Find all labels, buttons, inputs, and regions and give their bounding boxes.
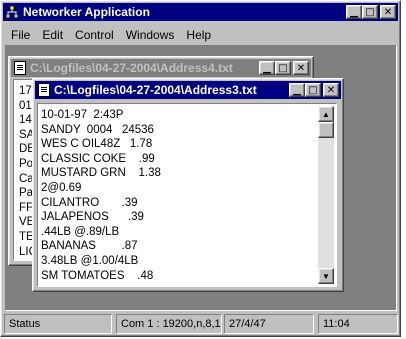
- menu-help[interactable]: Help: [180, 28, 217, 42]
- text-line: MUSTARD GRN 1.38: [41, 167, 161, 180]
- child-close-button[interactable]: ✕: [323, 83, 339, 97]
- menu-windows[interactable]: Windows: [120, 28, 181, 42]
- text-line: SM TOMATOES .48: [41, 269, 154, 282]
- text-line: BANANAS .87: [41, 240, 138, 253]
- vertical-scrollbar[interactable]: ▲ ▼: [318, 106, 334, 284]
- scroll-down-button[interactable]: ▼: [318, 268, 334, 284]
- text-line: CLASSIC COKE .99: [41, 152, 155, 165]
- minimize-icon: ▁: [293, 84, 301, 96]
- child-window-address3[interactable]: C:\Logfiles\04-27-2004\Address3.txt ▁ □ …: [32, 78, 344, 292]
- child-maximize-button[interactable]: □: [275, 61, 291, 75]
- text-line: 10-01-97 2:43P: [41, 109, 124, 121]
- child-title-address3: C:\Logfiles\04-27-2004\Address3.txt: [54, 83, 257, 97]
- minimize-icon: ▁: [263, 62, 271, 74]
- close-icon: ✕: [383, 6, 393, 18]
- network-app-icon[interactable]: [5, 5, 19, 19]
- text-line: .44LB @.89/LB: [41, 225, 120, 238]
- app-title: Networker Application: [23, 5, 150, 19]
- document-icon: [14, 61, 26, 75]
- menu-control[interactable]: Control: [69, 28, 120, 42]
- child-maximize-button[interactable]: □: [305, 83, 321, 97]
- status-date: 27/4/47: [224, 314, 314, 334]
- child-minimize-button[interactable]: ▁: [289, 83, 305, 97]
- status-port: Com 1 : 19200,n,8,1: [116, 314, 222, 334]
- status-bar: Status Com 1 : 19200,n,8,1 27/4/47 11:04: [4, 314, 398, 334]
- minimize-button[interactable]: ▁: [346, 5, 362, 19]
- menubar: File Edit Control Windows Help: [5, 26, 217, 44]
- menu-edit[interactable]: Edit: [36, 28, 69, 42]
- app-titlebar[interactable]: Networker Application ▁ □ ✕: [3, 3, 398, 21]
- menu-file[interactable]: File: [5, 28, 36, 42]
- child-close-button[interactable]: ✕: [293, 61, 309, 75]
- close-icon: ✕: [326, 84, 336, 96]
- scroll-thumb[interactable]: [318, 122, 334, 138]
- minimize-icon: ▁: [350, 6, 358, 18]
- status-time: 11:04: [318, 314, 398, 334]
- text-area-address3[interactable]: 10-01-97 2:43P SANDY 0004 24536 WES C OI…: [37, 103, 337, 287]
- maximize-icon: □: [278, 62, 288, 74]
- child-titlebar-address3[interactable]: C:\Logfiles\04-27-2004\Address3.txt ▁ □ …: [35, 81, 341, 99]
- text-line: 2@0.69: [41, 181, 82, 194]
- maximize-icon: □: [365, 6, 375, 18]
- child-minimize-button[interactable]: ▁: [259, 61, 275, 75]
- maximize-icon: □: [308, 84, 318, 96]
- child-title-address4: C:\Logfiles\04-27-2004\Address4.txt: [30, 61, 233, 75]
- text-line: CILANTRO .39: [41, 196, 138, 209]
- text-line: 3.48LB @1.00/4LB: [41, 254, 139, 267]
- arrow-down-icon: ▼: [322, 271, 330, 281]
- document-icon: [38, 83, 50, 97]
- scroll-up-button[interactable]: ▲: [318, 106, 334, 122]
- text-line: JALAPENOS .39: [41, 211, 144, 224]
- close-button[interactable]: ✕: [380, 5, 396, 19]
- text-line: SANDY 0004 24536: [41, 123, 154, 136]
- arrow-up-icon: ▲: [322, 109, 330, 119]
- close-icon: ✕: [296, 62, 306, 74]
- status-text: Status: [4, 314, 112, 334]
- text-line: WES C OIL48Z 1.78: [41, 138, 153, 151]
- child-titlebar-address4[interactable]: C:\Logfiles\04-27-2004\Address4.txt ▁ □ …: [11, 59, 311, 77]
- maximize-button[interactable]: □: [362, 5, 378, 19]
